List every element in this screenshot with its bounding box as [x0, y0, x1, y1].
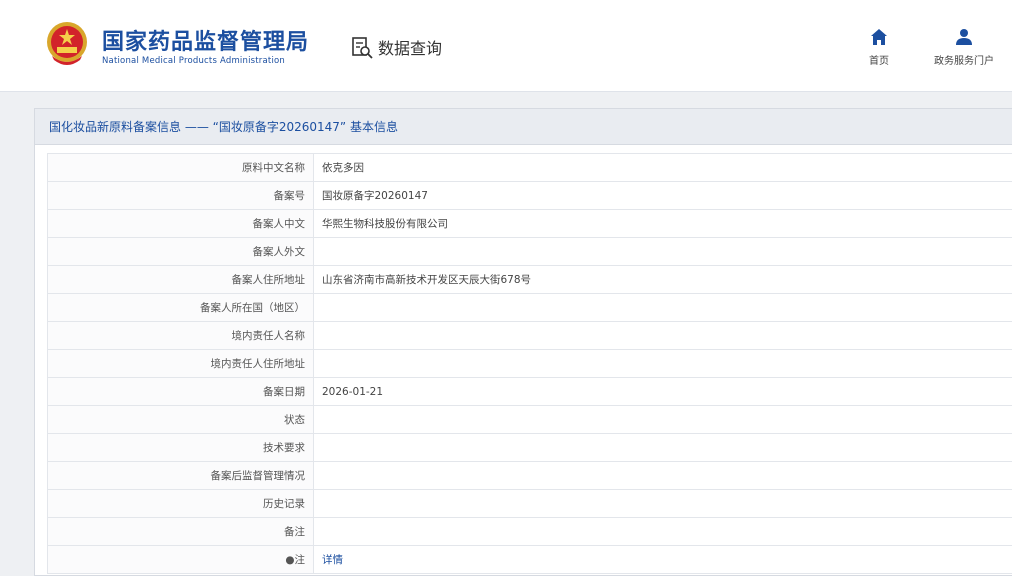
site-header: 国家药品监督管理局 National Medical Products Admi… [0, 0, 1012, 92]
table-row: 备注 [47, 517, 1012, 546]
row-label: 历史记录 [47, 489, 314, 518]
org-name-en: National Medical Products Administration [102, 56, 285, 66]
row-value [313, 321, 1012, 350]
row-value [313, 517, 1012, 546]
row-value: 依克多因 [313, 153, 1012, 182]
table-row: 原料中文名称 依克多因 [47, 153, 1012, 182]
row-value: 华熙生物科技股份有限公司 [313, 209, 1012, 238]
panel-title: 国化妆品新原料备案信息 —— “国妆原备字20260147” 基本信息 [35, 109, 1012, 145]
table-row: 状态 [47, 405, 1012, 434]
nav-user-portal-link[interactable]: 政务服务门户 [920, 28, 1008, 67]
row-label: 备案人所在国（地区） [47, 293, 314, 322]
table-row: ●注 详情 [47, 545, 1012, 574]
table-row: 境内责任人住所地址 [47, 349, 1012, 378]
org-name-cn: 国家药品监督管理局 [102, 30, 310, 55]
row-label: 原料中文名称 [47, 153, 314, 182]
table-row: 备案人所在国（地区） [47, 293, 1012, 322]
table-row: 历史记录 [47, 489, 1012, 518]
row-label: 境内责任人名称 [47, 321, 314, 350]
table-row: 技术要求 [47, 433, 1012, 462]
document-search-icon [352, 37, 373, 59]
table-row: 备案后监督管理情况 [47, 461, 1012, 490]
row-value [313, 433, 1012, 462]
user-icon [956, 29, 972, 45]
row-value: 国妆原备字20260147 [313, 181, 1012, 210]
row-label: ●注 [47, 545, 314, 574]
row-value: 2026-01-21 [313, 377, 1012, 406]
data-query-label: 数据查询 [378, 39, 443, 58]
table-row: 备案人住所地址 山东省济南市高新技术开发区天辰大街678号 [47, 265, 1012, 294]
details-link[interactable]: 详情 [313, 545, 1012, 574]
row-label: 备案日期 [47, 377, 314, 406]
row-label: 备案人中文 [47, 209, 314, 238]
detail-table: 原料中文名称 依克多因 备案号 国妆原备字20260147 备案人中文 华熙生物… [47, 153, 1012, 574]
table-row: 备案人外文 [47, 237, 1012, 266]
row-label: 技术要求 [47, 433, 314, 462]
row-label: 备案人住所地址 [47, 265, 314, 294]
row-value [313, 349, 1012, 378]
detail-panel: 国化妆品新原料备案信息 —— “国妆原备字20260147” 基本信息 原料中文… [34, 108, 1012, 576]
table-row: 备案日期 2026-01-21 [47, 377, 1012, 406]
row-value [313, 461, 1012, 490]
data-query-link[interactable]: 数据查询 [350, 34, 442, 60]
nav-user-label: 政务服务门户 [934, 56, 994, 67]
table-row: 备案人中文 华熙生物科技股份有限公司 [47, 209, 1012, 238]
row-label: 境内责任人住所地址 [47, 349, 314, 378]
nav-home-label: 首页 [869, 56, 889, 67]
row-value [313, 405, 1012, 434]
row-label: 备案人外文 [47, 237, 314, 266]
row-label: 备案后监督管理情况 [47, 461, 314, 490]
nav-home-link[interactable]: 首页 [858, 28, 900, 67]
table-row: 备案号 国妆原备字20260147 [47, 181, 1012, 210]
row-label: 状态 [47, 405, 314, 434]
table-row: 境内责任人名称 [47, 321, 1012, 350]
row-value: 山东省济南市高新技术开发区天辰大街678号 [313, 265, 1012, 294]
row-value [313, 237, 1012, 266]
row-value [313, 293, 1012, 322]
row-label: 备案号 [47, 181, 314, 210]
row-label: 备注 [47, 517, 314, 546]
national-emblem-icon [47, 22, 87, 65]
row-value [313, 489, 1012, 518]
home-icon [871, 29, 887, 45]
